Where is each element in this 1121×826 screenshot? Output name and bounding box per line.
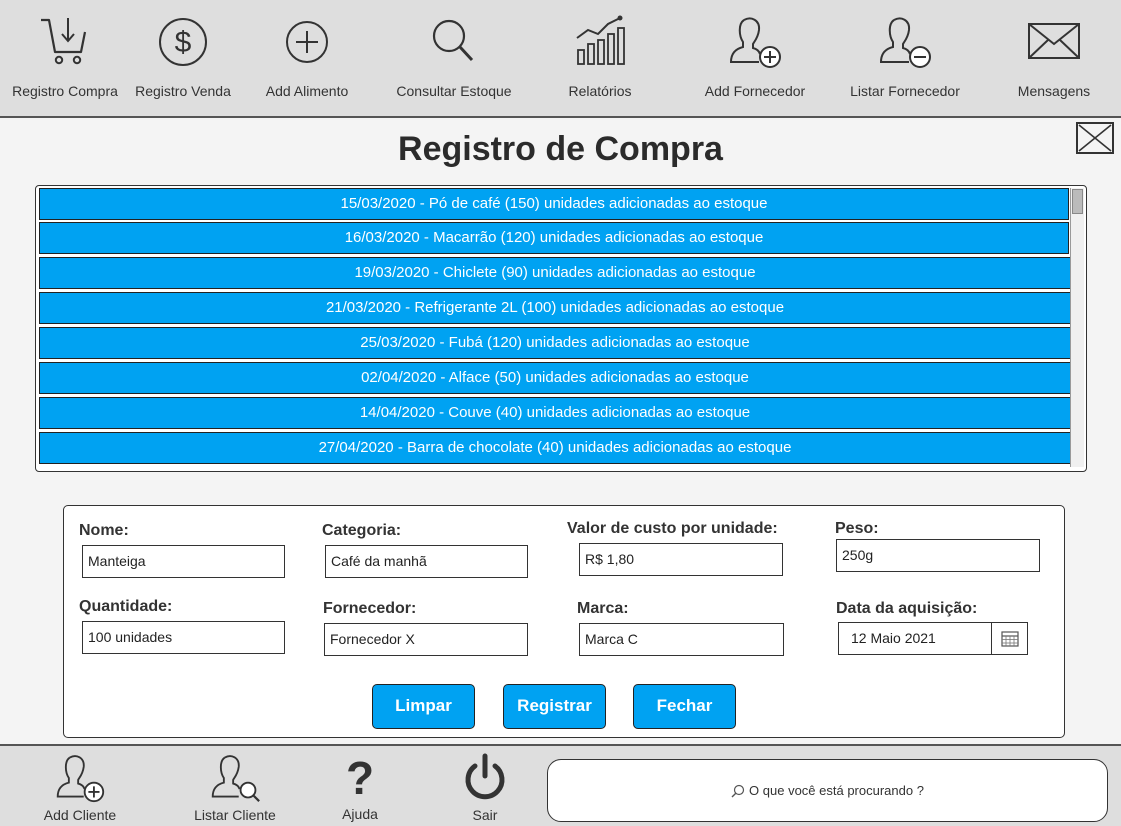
search-icon: [432, 19, 474, 62]
toolbar-label: Listar Fornecedor: [850, 83, 960, 99]
toolbar-label: Registro Venda: [135, 83, 231, 99]
fechar-button[interactable]: Fechar: [633, 684, 736, 729]
peso-label: Peso:: [835, 520, 879, 537]
bottom-label: Sair: [472, 807, 498, 823]
quantidade-field[interactable]: 100 unidades: [82, 621, 285, 654]
toolbar-add-alimento[interactable]: Add Alimento: [252, 0, 362, 116]
power-icon: [465, 753, 505, 800]
list-item[interactable]: 15/03/2020 - Pó de café (150) unidades a…: [39, 188, 1069, 220]
list-item[interactable]: 27/04/2020 - Barra de chocolate (40) uni…: [39, 432, 1071, 464]
bottom-add-cliente[interactable]: Add Cliente: [30, 746, 130, 826]
bottom-bar: Add Cliente Listar Cliente ? Ajuda Sair …: [0, 744, 1121, 826]
main-panel: Registro de Compra 15/03/2020 - Pó de ca…: [0, 118, 1121, 744]
bottom-label: Listar Cliente: [194, 807, 276, 823]
dollar-icon: $: [159, 18, 207, 66]
registrar-button[interactable]: Registrar: [503, 684, 606, 729]
bottom-label: Add Cliente: [43, 807, 117, 823]
date-value: 12 Maio 2021: [851, 630, 936, 646]
calendar-button[interactable]: [991, 623, 1027, 654]
toolbar-relatorios[interactable]: Relatórios: [550, 0, 650, 116]
plus-circle-icon: [286, 21, 328, 63]
purchase-form: Nome: Manteiga Categoria: Café da manhã …: [63, 505, 1065, 738]
envelope-icon: [1028, 23, 1080, 59]
quantidade-label: Quantidade:: [79, 598, 173, 615]
nome-field[interactable]: Manteiga: [82, 545, 285, 578]
toolbar-consultar-estoque[interactable]: Consultar Estoque: [389, 0, 519, 116]
list-item[interactable]: 25/03/2020 - Fubá (120) unidades adicion…: [39, 327, 1071, 359]
chart-icon: [576, 15, 625, 65]
bottom-listar-cliente[interactable]: Listar Cliente: [185, 746, 285, 826]
list-item[interactable]: 21/03/2020 - Refrigerante 2L (100) unida…: [39, 292, 1071, 324]
list-scrollbar[interactable]: [1070, 188, 1084, 467]
valor-label: Valor de custo por unidade:: [567, 520, 778, 537]
toolbar-label: Mensagens: [1017, 83, 1091, 99]
date-picker[interactable]: 12 Maio 2021: [838, 622, 1028, 655]
categoria-field[interactable]: Café da manhã: [325, 545, 528, 578]
user-remove-icon: [879, 17, 931, 68]
close-window-button[interactable]: [1076, 122, 1114, 154]
list-item[interactable]: 02/04/2020 - Alface (50) unidades adicio…: [39, 362, 1071, 394]
user-add-icon: [56, 755, 105, 803]
close-icon: [1078, 124, 1112, 152]
toolbar-add-fornecedor[interactable]: Add Fornecedor: [690, 0, 820, 116]
toolbar-label: Add Alimento: [265, 83, 349, 99]
fornecedor-label: Fornecedor:: [323, 600, 417, 617]
toolbar-listar-fornecedor[interactable]: Listar Fornecedor: [840, 0, 970, 116]
user-add-icon: [729, 17, 781, 68]
list-item[interactable]: 16/03/2020 - Macarrão (120) unidades adi…: [39, 222, 1069, 254]
question-icon: ?: [346, 752, 374, 800]
toolbar-registro-compra[interactable]: Registro Compra: [5, 0, 125, 116]
toolbar-registro-venda[interactable]: $ Registro Venda: [128, 0, 238, 116]
search-icon: [731, 784, 745, 797]
nome-label: Nome:: [79, 522, 129, 539]
page-title: Registro de Compra: [398, 130, 723, 168]
bottom-ajuda[interactable]: ? Ajuda: [320, 746, 400, 826]
cart-icon: [41, 18, 87, 65]
list-item[interactable]: 19/03/2020 - Chiclete (90) unidades adic…: [39, 257, 1071, 289]
toolbar-label: Registro Compra: [12, 83, 118, 99]
marca-label: Marca:: [577, 600, 629, 617]
valor-field[interactable]: R$ 1,80: [579, 543, 783, 576]
marca-field[interactable]: Marca C: [579, 623, 784, 656]
toolbar-label: Consultar Estoque: [396, 83, 512, 99]
toolbar-label: Relatórios: [568, 83, 632, 99]
toolbar-label: Add Fornecedor: [704, 83, 806, 99]
limpar-button[interactable]: Limpar: [372, 684, 475, 729]
calendar-icon: [1000, 630, 1019, 647]
bottom-label: Ajuda: [342, 806, 378, 822]
scrollbar-thumb[interactable]: [1072, 189, 1083, 214]
fornecedor-field[interactable]: Fornecedor X: [324, 623, 528, 656]
purchase-list[interactable]: 15/03/2020 - Pó de café (150) unidades a…: [35, 185, 1087, 472]
toolbar-mensagens[interactable]: Mensagens: [1004, 0, 1104, 116]
svg-text:?: ?: [346, 752, 374, 800]
svg-text:$: $: [175, 26, 192, 59]
list-item[interactable]: 14/04/2020 - Couve (40) unidades adicion…: [39, 397, 1071, 429]
search-input[interactable]: O que você está procurando ?: [547, 759, 1108, 822]
search-placeholder: O que você está procurando ?: [749, 783, 924, 798]
peso-field[interactable]: 250g: [836, 539, 1040, 572]
categoria-label: Categoria:: [322, 522, 402, 539]
data-label: Data da aquisição:: [836, 600, 978, 617]
top-toolbar: Registro Compra $ Registro Venda Add Ali…: [0, 0, 1121, 118]
bottom-sair[interactable]: Sair: [445, 746, 525, 826]
user-search-icon: [211, 755, 260, 803]
